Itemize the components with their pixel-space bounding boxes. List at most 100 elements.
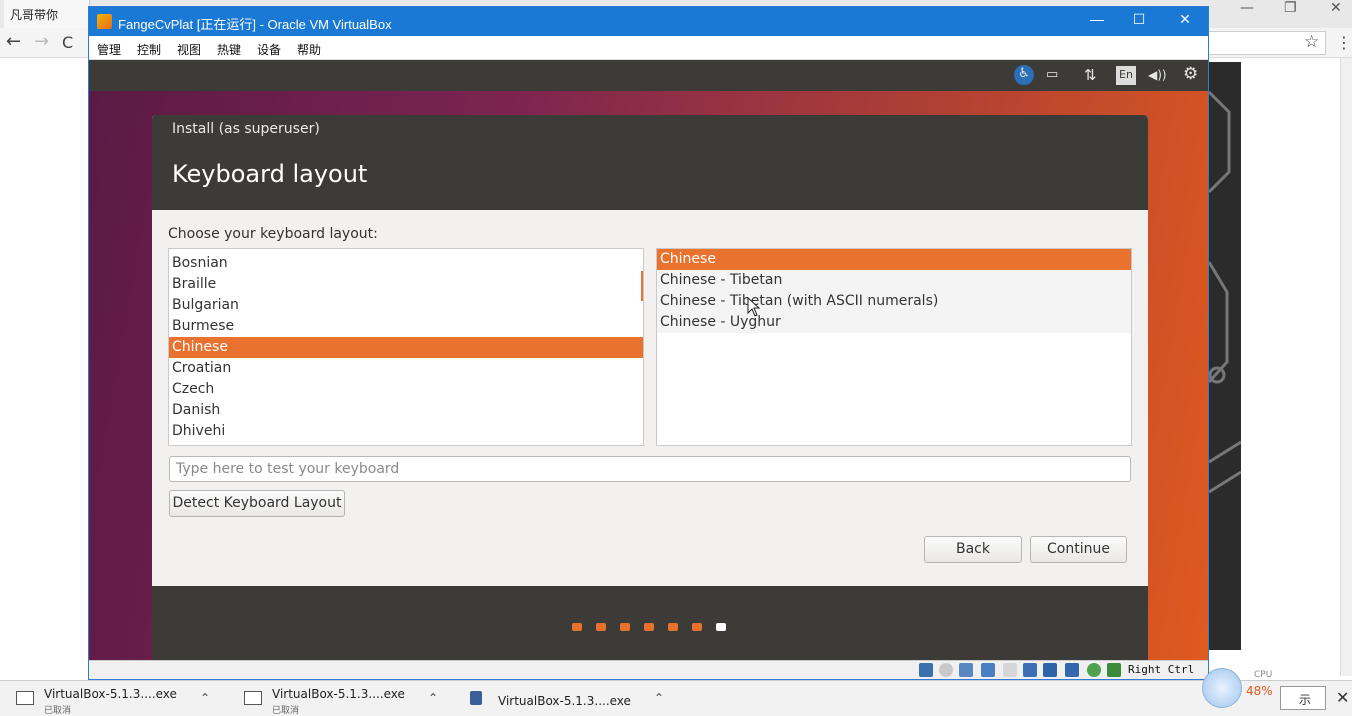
virtualbox-file-icon [470, 691, 482, 705]
browser-minimize-button[interactable]: — [1240, 0, 1254, 16]
cpu-gauge-icon [1202, 668, 1242, 708]
ubuntu-top-panel: ♿ ▭ ⇅ En ◀)) ⚙ [89, 60, 1208, 91]
variant-item-selected[interactable]: Chinese [657, 249, 1131, 270]
browser-maximize-button[interactable]: ❐ [1284, 0, 1297, 16]
list-item[interactable]: Danish [169, 400, 643, 421]
installer-dialog: Install (as superuser) Keyboard layout C… [152, 115, 1148, 660]
virtualbox-window: FangeCvPlat [正在运行] - Oracle VM VirtualBo… [88, 6, 1209, 680]
host-key-label: Right Ctrl [1128, 663, 1195, 676]
mouse-cursor-icon [747, 297, 761, 317]
cpu-value: 48% [1246, 684, 1273, 698]
list-item[interactable]: Burmese [169, 316, 643, 337]
cpu-label: CPU [1254, 670, 1273, 680]
video-capture-icon[interactable] [1065, 663, 1079, 677]
usb-icon[interactable] [1003, 663, 1017, 677]
mouse-integration-icon[interactable] [1107, 663, 1121, 677]
progress-dot [716, 623, 726, 631]
hard-disk-icon[interactable] [919, 663, 933, 677]
background-page-image [1209, 62, 1241, 650]
download-filename: VirtualBox-5.1.3....exe [272, 687, 405, 701]
progress-dot [572, 623, 582, 631]
minimize-button[interactable]: — [1077, 11, 1117, 31]
progress-dot [596, 623, 606, 631]
list-scrollbar-thumb[interactable] [641, 271, 643, 301]
menu-control[interactable]: 控制 [137, 41, 161, 58]
download-filename: VirtualBox-5.1.3....exe [498, 694, 631, 708]
variant-item[interactable]: Chinese - Tibetan (with ASCII numerals) [657, 291, 1131, 312]
download-item[interactable]: VirtualBox-5.1.3....exe 已取消 ⌃ [244, 685, 464, 716]
download-item[interactable]: VirtualBox-5.1.3....exe 已取消 ⌃ [16, 685, 236, 716]
list-item[interactable]: Czech [169, 379, 643, 400]
vbox-statusbar: Right Ctrl [89, 660, 1208, 679]
close-downloads-bar-button[interactable]: ✕ [1336, 688, 1349, 707]
list-item[interactable]: Croatian [169, 358, 643, 379]
keyboard-test-input[interactable] [169, 456, 1131, 482]
back-button[interactable]: Back [924, 536, 1022, 563]
volume-icon[interactable]: ◀)) [1148, 68, 1167, 82]
vbox-menubar: 管理 控制 视图 热键 设备 帮助 [89, 36, 1208, 60]
downloads-bar: VirtualBox-5.1.3....exe 已取消 ⌃ VirtualBox… [0, 680, 1352, 716]
download-status: 已取消 [44, 706, 72, 716]
network-adapter-icon[interactable] [981, 663, 995, 677]
list-item-selected[interactable]: Chinese [169, 337, 643, 358]
browser-menu-icon[interactable]: ⋮ [1336, 33, 1352, 52]
cpu-activity-icon[interactable] [1087, 663, 1101, 677]
continue-button[interactable]: Continue [1030, 536, 1127, 563]
progress-dot [644, 623, 654, 631]
download-item[interactable]: VirtualBox-5.1.3....exe ⌃ [470, 685, 690, 715]
virtualbox-app-icon [97, 14, 112, 29]
keyboard-indicator-icon[interactable]: ▭ [1046, 67, 1058, 82]
hexagon-pattern-icon [1209, 90, 1241, 494]
chevron-up-icon[interactable]: ⌃ [654, 691, 664, 705]
accessibility-icon[interactable]: ♿ [1014, 65, 1034, 85]
window-titlebar[interactable]: FangeCvPlat [正在运行] - Oracle VM VirtualBo… [89, 7, 1208, 36]
download-filename: VirtualBox-5.1.3....exe [44, 687, 177, 701]
list-item[interactable]: Dhivehi [169, 421, 643, 442]
network-icon[interactable]: ⇅ [1084, 66, 1097, 84]
installer-body: Choose your keyboard layout: Bosnian Bra… [152, 210, 1148, 586]
list-item[interactable]: Bosnian [169, 253, 643, 274]
keyboard-layout-list[interactable]: Bosnian Braille Bulgarian Burmese Chines… [168, 248, 644, 446]
reload-icon[interactable]: C [62, 33, 73, 52]
chevron-up-icon[interactable]: ⌃ [428, 691, 438, 705]
menu-hotkey[interactable]: 热键 [217, 41, 241, 58]
detect-keyboard-layout-button[interactable]: Detect Keyboard Layout [169, 490, 345, 517]
maximize-button[interactable]: ☐ [1119, 11, 1159, 31]
progress-dot [620, 623, 630, 631]
variant-item[interactable]: Chinese - Uyghur [657, 312, 1131, 333]
browser-scrollbar[interactable] [1340, 58, 1352, 676]
menu-help[interactable]: 帮助 [297, 41, 321, 58]
optical-drive-icon[interactable] [939, 663, 953, 677]
close-button[interactable]: ✕ [1165, 11, 1205, 31]
list-item[interactable]: Braille [169, 274, 643, 295]
installer-window-title: Install (as superuser) [172, 121, 320, 137]
bookmark-star-icon[interactable]: ☆ [1304, 32, 1319, 52]
settings-gear-icon[interactable]: ⚙ [1183, 64, 1198, 84]
page-title: Keyboard layout [172, 160, 368, 188]
installer-header: Install (as superuser) Keyboard layout [152, 115, 1148, 210]
browser-close-button[interactable]: ✕ [1330, 0, 1342, 16]
download-status: 已取消 [272, 706, 300, 716]
display-icon[interactable] [1043, 663, 1057, 677]
browser-tab[interactable]: 凡哥带你 [4, 0, 90, 28]
forward-arrow-icon[interactable]: → [34, 31, 49, 52]
menu-devices[interactable]: 设备 [257, 41, 281, 58]
menu-view[interactable]: 视图 [177, 41, 201, 58]
shared-folders-icon[interactable] [1023, 663, 1037, 677]
choose-layout-label: Choose your keyboard layout: [168, 226, 378, 242]
installer-progress-footer [152, 586, 1148, 660]
chevron-up-icon[interactable]: ⌃ [200, 691, 210, 705]
keyboard-variant-list[interactable]: Chinese Chinese - Tibetan Chinese - Tibe… [656, 248, 1132, 446]
progress-dot [668, 623, 678, 631]
list-item[interactable]: Bulgarian [169, 295, 643, 316]
progress-dot [692, 623, 702, 631]
language-indicator[interactable]: En [1116, 66, 1136, 85]
back-arrow-icon[interactable]: ← [6, 31, 21, 52]
installer-file-icon [16, 691, 34, 705]
show-all-downloads-button[interactable]: 示 [1280, 686, 1326, 710]
variant-item[interactable]: Chinese - Tibetan [657, 270, 1131, 291]
guest-display[interactable]: ♿ ▭ ⇅ En ◀)) ⚙ Install (as superuser) Ke… [89, 60, 1208, 660]
audio-icon[interactable] [959, 663, 973, 677]
installer-file-icon [244, 691, 262, 705]
menu-manage[interactable]: 管理 [97, 41, 121, 58]
